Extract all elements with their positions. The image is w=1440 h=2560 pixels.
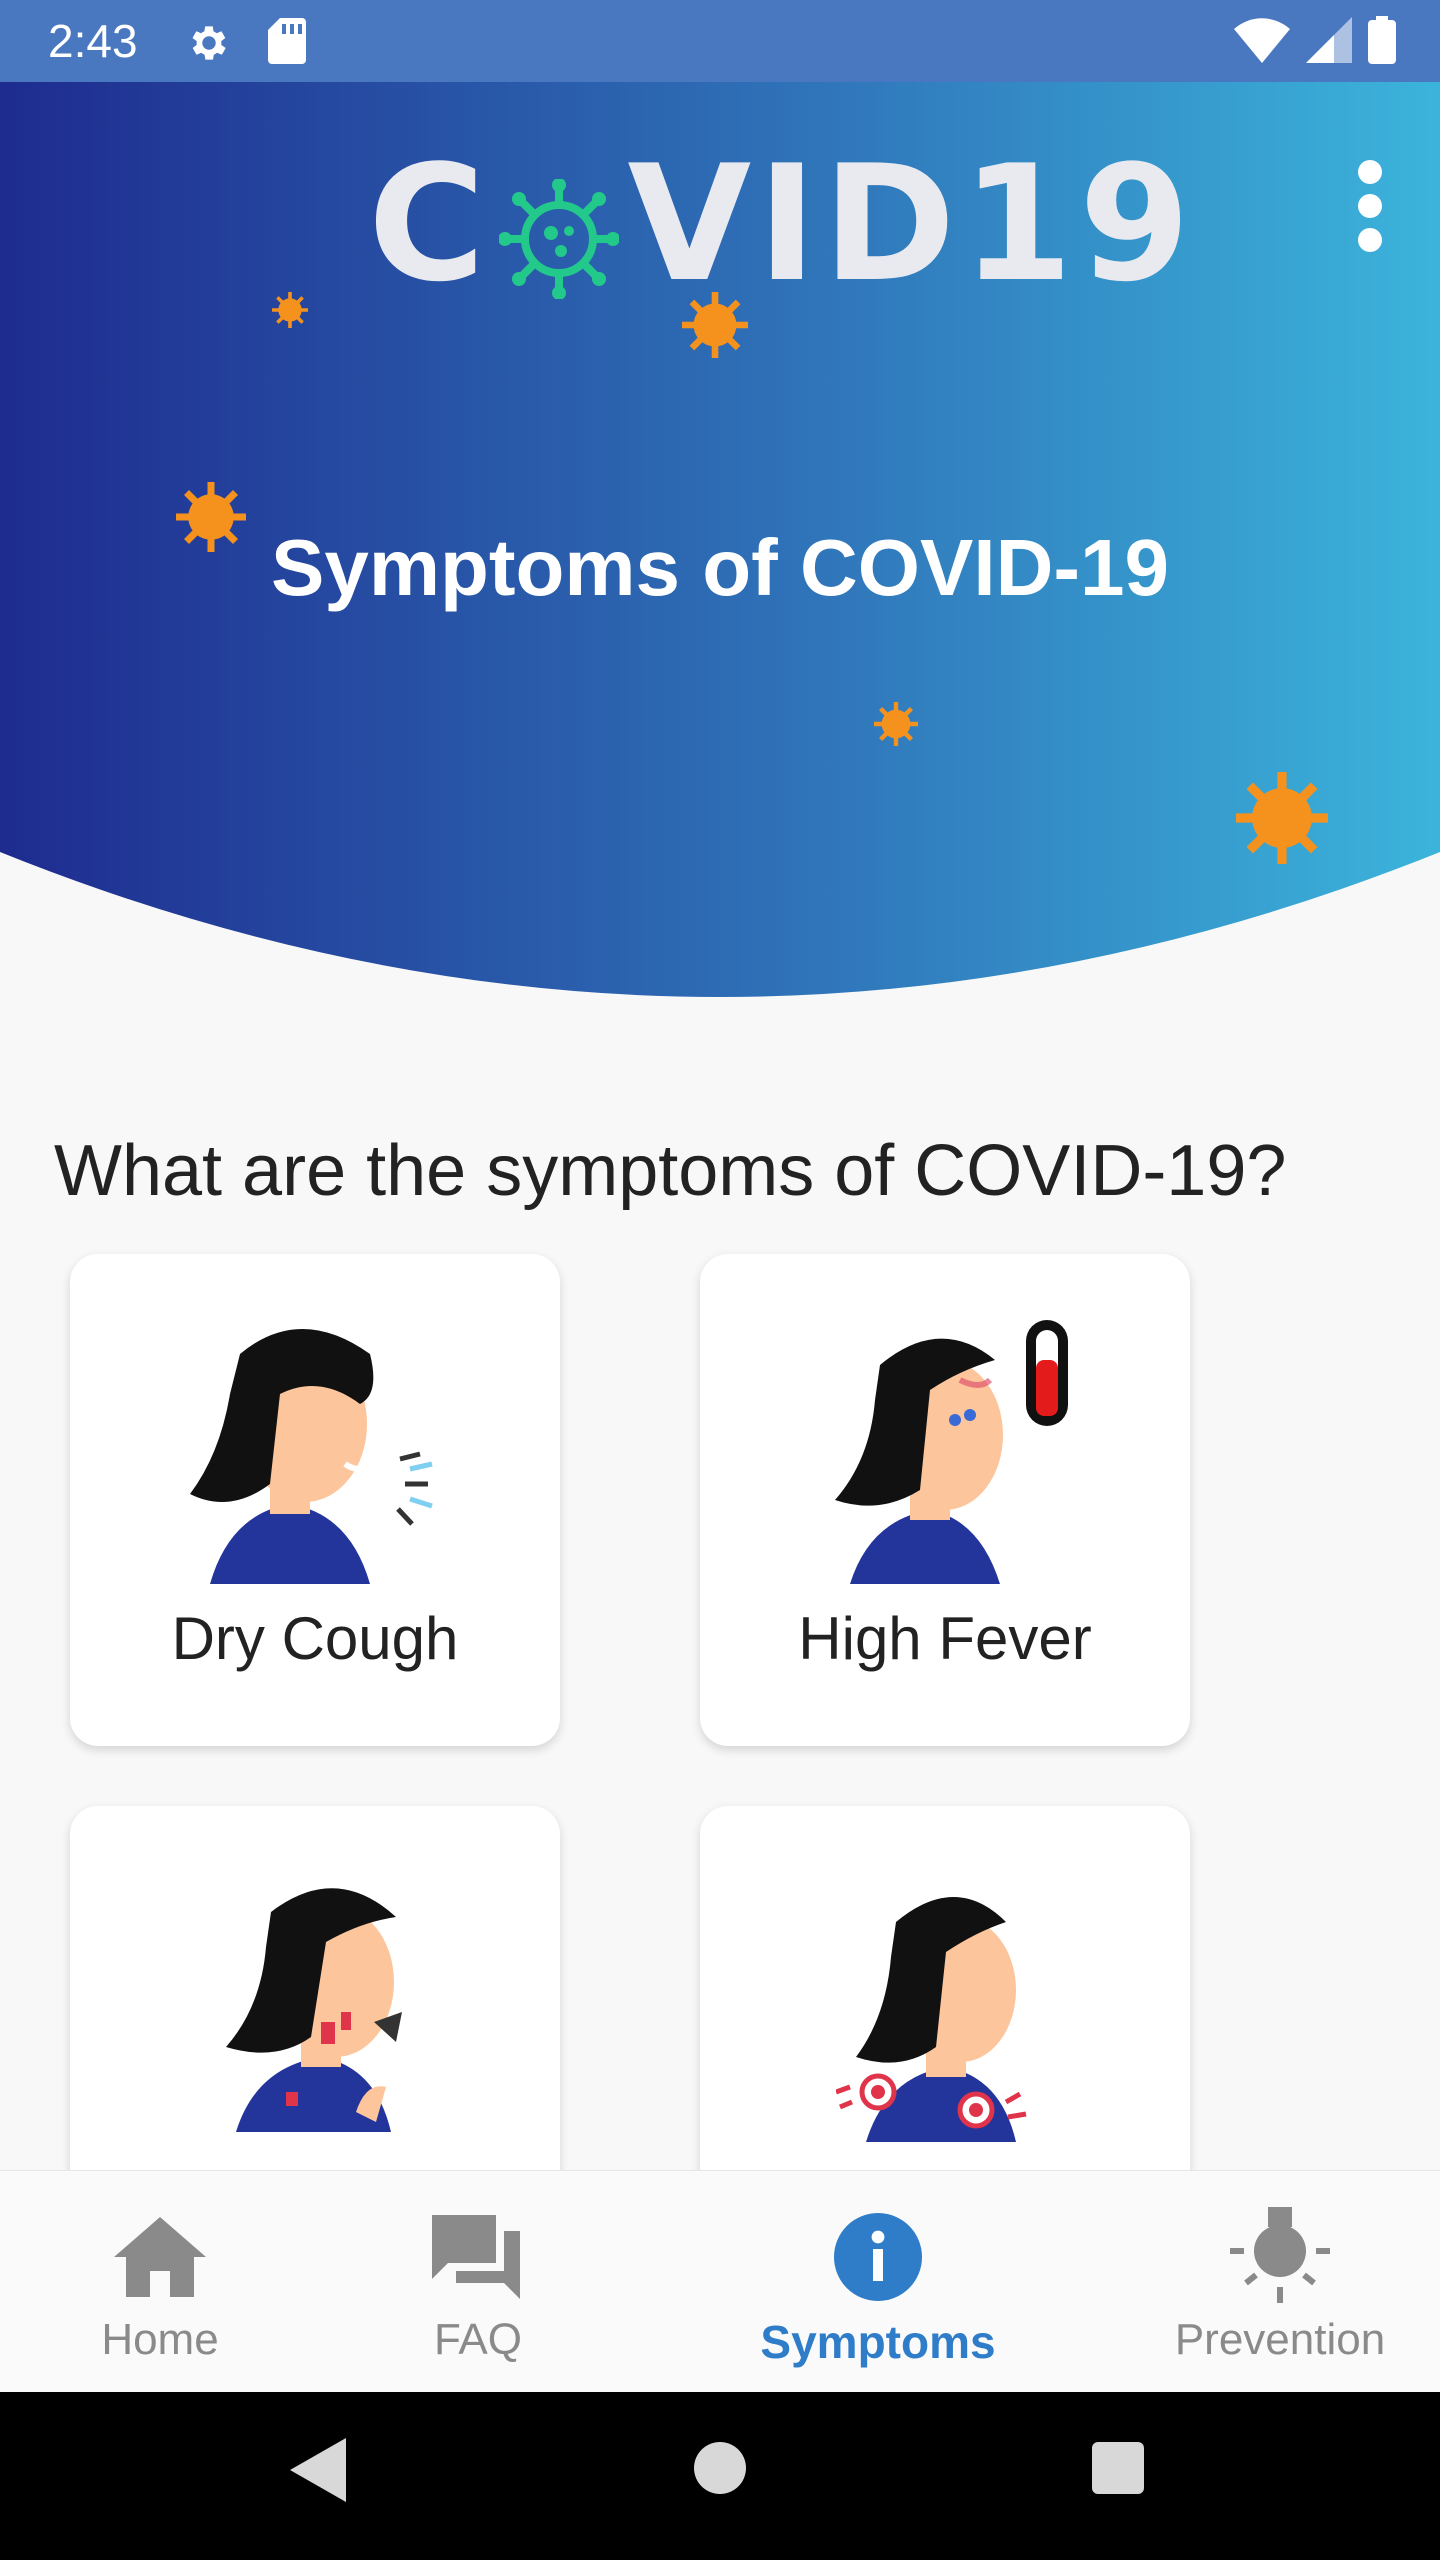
woman-fever-icon [835, 1320, 1068, 1584]
screen: 2:43 C VID19 Symptoms of COVID-19 What a… [0, 0, 1440, 2560]
battery-icon [1368, 16, 1396, 69]
home-icon [114, 2209, 206, 2305]
woman-sore-throat-icon [226, 1888, 402, 2132]
nav-item-faq[interactable]: FAQ [378, 2171, 578, 2393]
info-icon [834, 2209, 922, 2305]
logo-text-left: C [368, 130, 492, 317]
recents-icon[interactable] [1092, 2442, 1144, 2499]
nav-item-symptoms[interactable]: Symptoms [728, 2171, 1028, 2393]
status-bar: 2:43 [0, 0, 1440, 82]
symptom-card-dry-cough[interactable]: Dry Cough [70, 1254, 560, 1746]
woman-coughing-icon [190, 1329, 433, 1584]
germ-icon [272, 292, 308, 328]
status-time: 2:43 [48, 15, 138, 67]
nav-item-home[interactable]: Home [60, 2171, 260, 2393]
card-label: High Fever [798, 1605, 1092, 1672]
woman-body-ache-icon [836, 1897, 1027, 2142]
card-label: Dry Cough [171, 1605, 459, 1672]
symptom-card-high-fever[interactable]: High Fever [700, 1254, 1190, 1746]
nav-label: Prevention [1174, 2315, 1386, 2364]
lightbulb-icon [1230, 2207, 1330, 2305]
nav-label: FAQ [433, 2315, 523, 2364]
virus-icon [498, 164, 621, 300]
system-navigation-bar [0, 2392, 1440, 2560]
cell-signal-icon [1306, 17, 1352, 68]
logo-text-right: VID19 [627, 130, 1197, 317]
nav-label: Symptoms [760, 2316, 996, 2368]
nav-label: Home [101, 2315, 219, 2364]
header-banner: C VID19 Symptoms of COVID-19 [0, 82, 1440, 1002]
germ-icon [874, 702, 918, 746]
sd-card-icon [268, 18, 306, 69]
germ-icon [1236, 772, 1328, 864]
germ-icon [176, 482, 246, 552]
section-heading: What are the symptoms of COVID-19? [54, 1131, 1287, 1211]
back-icon[interactable] [290, 2438, 346, 2507]
bottom-navigation: Home FAQ Symptoms Prevention [0, 2170, 1440, 2392]
more-vert-icon[interactable] [1340, 152, 1400, 262]
germ-icon [682, 292, 748, 358]
wifi-icon [1234, 17, 1290, 68]
nav-item-prevention[interactable]: Prevention [1150, 2171, 1410, 2393]
app-logo: C VID19 [368, 144, 1196, 304]
chat-bubbles-icon [432, 2209, 524, 2305]
home-circle-icon[interactable] [694, 2442, 746, 2499]
gear-icon [186, 20, 232, 71]
